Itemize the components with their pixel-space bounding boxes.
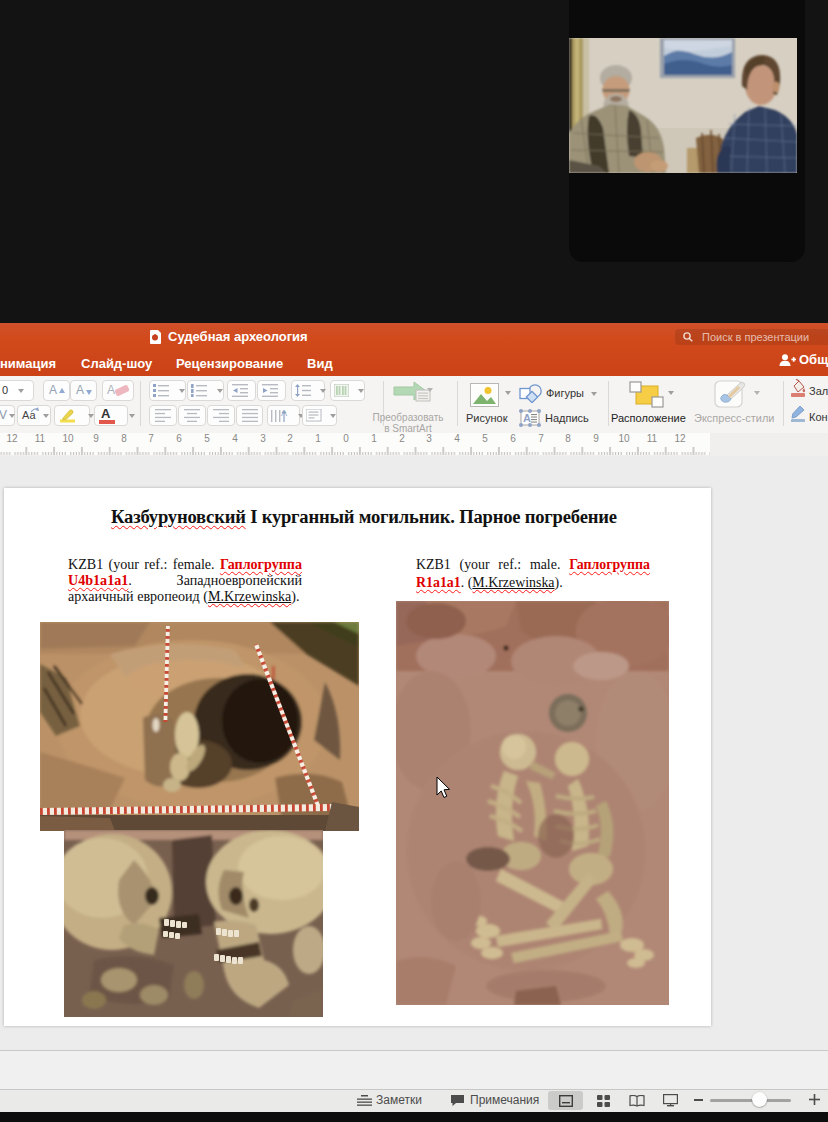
svg-text:A: A [523,412,531,424]
